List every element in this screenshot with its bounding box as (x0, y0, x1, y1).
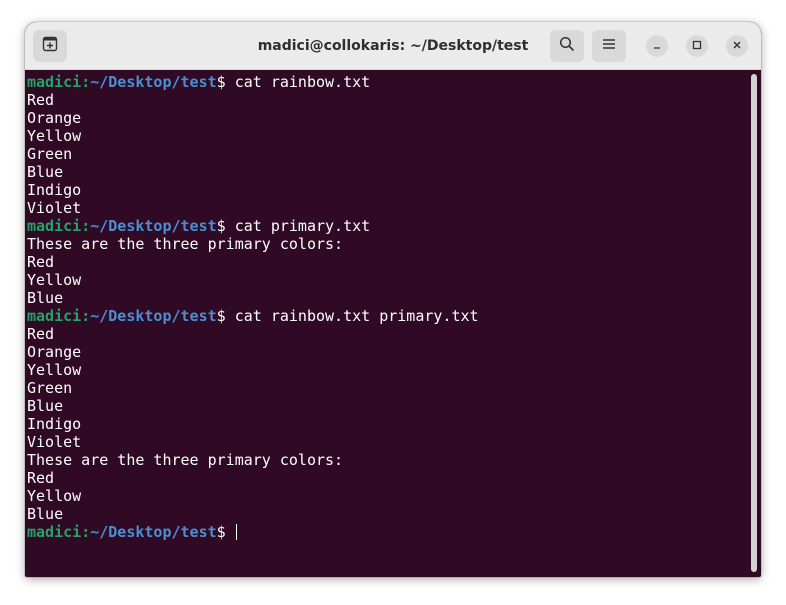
prompt-symbol: $ (216, 217, 226, 235)
prompt-line: madici:~/Desktop/test$ (27, 523, 747, 541)
output-text: These are the three primary colors: (27, 451, 344, 469)
prompt-symbol: $ (216, 307, 226, 325)
output-line: Indigo (27, 181, 747, 199)
scrollbar[interactable] (747, 70, 761, 577)
output-text: Red (27, 325, 55, 343)
output-text: Violet (27, 199, 82, 217)
maximize-icon (692, 37, 702, 55)
prompt-path: ~/Desktop/test (90, 73, 217, 91)
new-tab-button[interactable] (33, 30, 67, 62)
output-line: These are the three primary colors: (27, 235, 747, 253)
maximize-button[interactable] (686, 35, 708, 57)
command-text: cat primary.txt (225, 217, 371, 235)
output-text: Indigo (27, 181, 82, 199)
output-line: Red (27, 91, 747, 109)
output-text: These are the three primary colors: (27, 235, 344, 253)
output-line: Red (27, 469, 747, 487)
output-line: Indigo (27, 415, 747, 433)
output-line: Orange (27, 343, 747, 361)
prompt-separator: : (81, 73, 91, 91)
output-line: Orange (27, 109, 747, 127)
close-button[interactable] (726, 35, 748, 57)
output-text: Yellow (27, 271, 82, 289)
prompt-user: madici (27, 217, 82, 235)
output-text: Blue (27, 505, 64, 523)
prompt-separator: : (81, 307, 91, 325)
output-text: Blue (27, 289, 64, 307)
minimize-button[interactable] (646, 35, 668, 57)
output-text: Orange (27, 109, 82, 127)
search-button[interactable] (550, 30, 584, 62)
output-line: Yellow (27, 361, 747, 379)
prompt-path: ~/Desktop/test (90, 217, 217, 235)
output-line: Green (27, 145, 747, 163)
prompt-line: madici:~/Desktop/test$ cat primary.txt (27, 217, 747, 235)
prompt-line: madici:~/Desktop/test$ cat rainbow.txt (27, 73, 747, 91)
scrollbar-thumb[interactable] (751, 74, 757, 572)
menu-button[interactable] (592, 30, 626, 62)
prompt-symbol: $ (216, 523, 226, 541)
output-text: Orange (27, 343, 82, 361)
output-text: Red (27, 91, 55, 109)
output-text: Red (27, 469, 55, 487)
output-line: Yellow (27, 271, 747, 289)
output-line: Violet (27, 199, 747, 217)
prompt-user: madici (27, 73, 82, 91)
minimize-icon (652, 37, 662, 55)
output-text: Yellow (27, 361, 82, 379)
output-line: Yellow (27, 487, 747, 505)
output-text: Yellow (27, 487, 82, 505)
output-text: Red (27, 253, 55, 271)
output-line: Red (27, 325, 747, 343)
prompt-symbol: $ (216, 73, 226, 91)
prompt-separator: : (81, 523, 91, 541)
prompt-path: ~/Desktop/test (90, 523, 217, 541)
output-line: These are the three primary colors: (27, 451, 747, 469)
output-text: Indigo (27, 415, 82, 433)
title-bar[interactable]: madici@collokaris: ~/Desktop/test (25, 22, 761, 70)
output-line: Blue (27, 505, 747, 523)
close-icon (732, 37, 742, 55)
prompt-user: madici (27, 307, 82, 325)
text-cursor (235, 524, 237, 540)
output-line: Violet (27, 433, 747, 451)
prompt-user: madici (27, 523, 82, 541)
output-line: Blue (27, 163, 747, 181)
output-text: Blue (27, 163, 64, 181)
hamburger-menu-icon (602, 37, 616, 56)
prompt-path: ~/Desktop/test (90, 307, 217, 325)
prompt-separator: : (81, 217, 91, 235)
output-line: Green (27, 379, 747, 397)
output-line: Yellow (27, 127, 747, 145)
terminal-window: madici@collokaris: ~/Desktop/test madici… (25, 22, 761, 577)
new-tab-icon (42, 36, 58, 57)
prompt-line: madici:~/Desktop/test$ cat rainbow.txt p… (27, 307, 747, 325)
output-text: Green (27, 379, 73, 397)
command-text: cat rainbow.txt (225, 73, 371, 91)
output-line: Blue (27, 289, 747, 307)
command-text: cat rainbow.txt primary.txt (225, 307, 479, 325)
command-text (226, 523, 235, 541)
output-line: Red (27, 253, 747, 271)
output-text: Violet (27, 433, 82, 451)
output-text: Green (27, 145, 73, 163)
output-line: Blue (27, 397, 747, 415)
output-text: Blue (27, 397, 64, 415)
terminal-output[interactable]: madici:~/Desktop/test$ cat rainbow.txt Re… (25, 70, 747, 577)
search-icon (559, 36, 575, 57)
output-text: Yellow (27, 127, 82, 145)
